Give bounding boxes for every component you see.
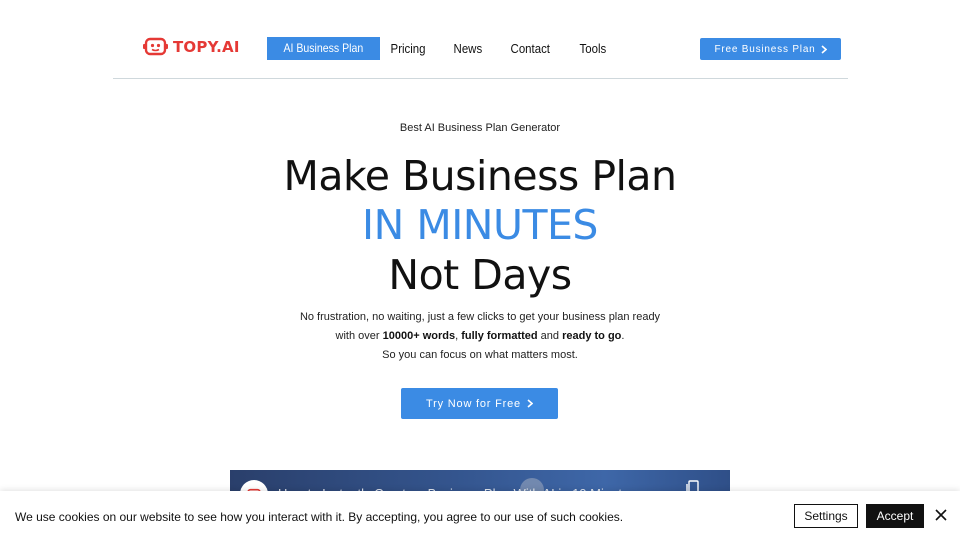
chevron-right-icon [821,44,827,54]
header-divider [113,78,848,79]
hero-headline-line-2: IN MINUTES [362,201,598,249]
cookie-message: We use cookies on our website to see how… [15,510,624,524]
subtext-end: . [621,330,625,342]
free-business-plan-button[interactable]: Free Business Plan [700,38,841,60]
button-label: Free Business Plan [714,43,816,55]
close-icon[interactable] [934,508,948,522]
hero-headline-line-1: Make Business Plan [283,152,677,200]
nav-contact[interactable]: Contact [500,37,561,60]
nav-tools[interactable]: Tools [569,37,617,60]
subtext-formatted: fully formatted [461,330,538,342]
nav-label: AI Business Plan [283,41,364,55]
hero-headline-line-3: Not Days [388,251,572,299]
button-label: Try Now for Free [426,397,521,410]
robot-face-icon [143,37,168,56]
chevron-right-icon [527,399,533,408]
hero-subtext-1: No frustration, no waiting, just a few c… [299,311,661,323]
subtext-ready: ready to go [562,330,622,342]
subtext-words: 10000+ words [382,330,456,342]
cookie-banner: We use cookies on our website to see how… [0,491,960,540]
site-header: TOPY.AI AI Business Plan Pricing News Co… [0,0,960,80]
nav-ai-business-plan[interactable]: AI Business Plan [267,37,380,60]
main-nav: AI Business Plan Pricing News Contact To… [267,37,623,60]
nav-news[interactable]: News [443,37,493,60]
cookie-settings-button[interactable]: Settings [794,504,858,528]
hero-subtext-3: So you can focus on what matters most. [382,349,578,361]
logo[interactable]: TOPY.AI [143,37,240,56]
hero-subtext-2: with over 10000+ words, fully formatted … [0,330,960,342]
hero-eyebrow: Best AI Business Plan Generator [399,122,561,134]
nav-pricing[interactable]: Pricing [380,37,436,60]
subtext-prefix: with over [335,330,383,342]
cookie-accept-button[interactable]: Accept [866,504,924,528]
subtext-and: and [537,330,563,342]
try-now-button[interactable]: Try Now for Free [401,388,558,419]
logo-text: TOPY.AI [173,37,240,56]
